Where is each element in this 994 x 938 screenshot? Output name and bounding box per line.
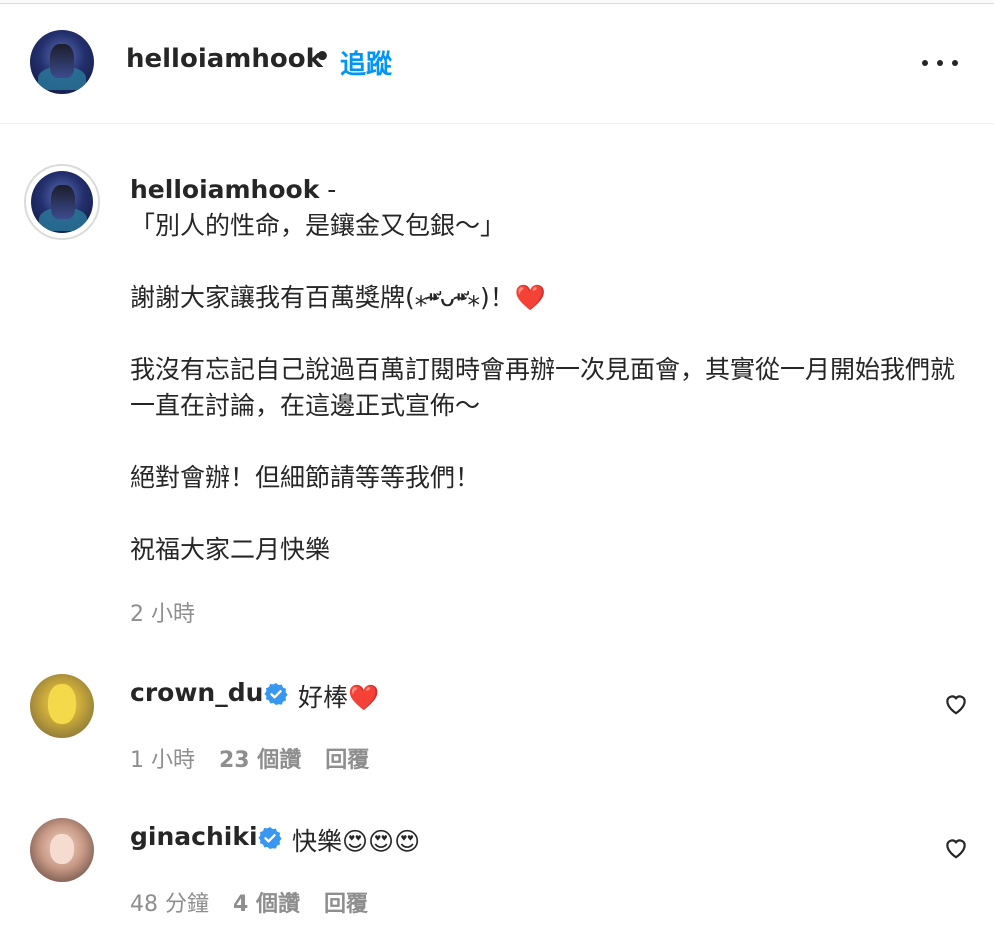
- post-caption: helloiamhook - 「別人的性命，是鑲金又包銀～」 謝謝大家讓我有百萬…: [130, 172, 960, 568]
- caption-line-2: 謝謝大家讓我有百萬獎牌(⁎⁍̴̛ᴗ⁍̴̛⁎)！❤️: [130, 283, 546, 312]
- heart-outline-icon[interactable]: [943, 835, 969, 861]
- author-username[interactable]: helloiamhook: [126, 44, 323, 74]
- comment-meta: 1 小時 23 個讚 回覆: [130, 742, 369, 774]
- verified-badge-icon: [264, 683, 288, 705]
- heart-outline-icon[interactable]: [943, 691, 969, 717]
- comment-meta: 48 分鐘 4 個讚 回覆: [130, 886, 368, 918]
- reply-button[interactable]: 回覆: [324, 886, 368, 918]
- comment-text: 快樂😍😍😍: [292, 827, 421, 856]
- author-avatar[interactable]: [30, 30, 94, 94]
- comment-time[interactable]: 1 小時: [130, 742, 195, 774]
- comment-username[interactable]: crown_du: [130, 678, 263, 707]
- caption-line-3: 我沒有忘記自己說過百萬訂閱時會再辦一次見面會，其實從一月開始我們就一直在討論，在…: [130, 355, 956, 420]
- post-header: helloiamhook • 追蹤: [0, 4, 994, 124]
- caption-avatar[interactable]: [24, 164, 100, 240]
- comment-text: 好棒❤️: [298, 683, 380, 712]
- verified-badge-icon: [258, 827, 282, 849]
- caption-line-5: 祝福大家二月快樂: [130, 535, 331, 564]
- commenter-avatar-gina[interactable]: [30, 818, 94, 882]
- follow-button[interactable]: 追蹤: [340, 44, 392, 81]
- comment-username[interactable]: ginachiki: [130, 822, 258, 851]
- reply-button[interactable]: 回覆: [325, 742, 369, 774]
- comment-likes[interactable]: 4 個讚: [233, 886, 300, 918]
- comment-time[interactable]: 48 分鐘: [130, 886, 209, 918]
- separator-dot: •: [314, 42, 331, 72]
- caption-line-1: 「別人的性命，是鑲金又包銀～」: [130, 211, 506, 240]
- commenter-avatar-crown[interactable]: [30, 674, 94, 738]
- comment-likes[interactable]: 23 個讚: [219, 742, 301, 774]
- caption-timestamp[interactable]: 2 小時: [130, 596, 195, 628]
- dot-1: [922, 60, 928, 66]
- more-options-icon[interactable]: [918, 48, 962, 78]
- dot-3: [952, 60, 958, 66]
- caption-avatar-image: [31, 171, 93, 233]
- caption-username[interactable]: helloiamhook: [130, 175, 319, 204]
- caption-separator: -: [327, 175, 337, 204]
- dot-2: [937, 60, 943, 66]
- caption-line-4: 絕對會辦！但細節請等等我們！: [130, 463, 481, 492]
